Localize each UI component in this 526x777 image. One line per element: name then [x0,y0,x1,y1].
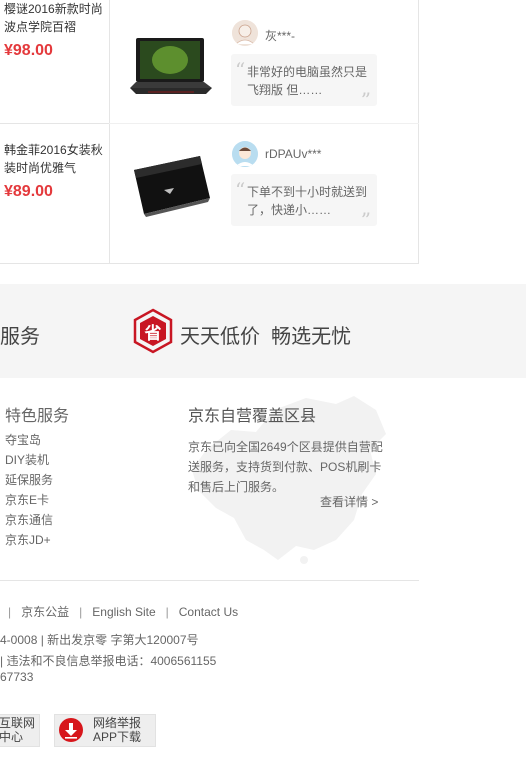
service-link[interactable]: 京东JD+ [5,531,51,548]
review-username: rDPAUv*** [265,147,322,161]
footer-divider [0,580,419,581]
footer-record-line: 67733 [0,670,34,684]
promise-left-text: 服务 [0,326,40,348]
coverage-more-link[interactable]: 查看详情 > [320,493,378,510]
save-badge-icon: 省 [132,308,174,354]
badge-line: 网络举报 [93,716,142,730]
review-username: 灰***- [265,29,296,43]
footer-links: | 京东公益 | English Site | Contact Us [0,603,238,620]
quote-close-icon: ” [360,208,371,232]
badge-line: APP下载 [93,730,142,744]
review-bubble[interactable]: “ 非常好的电脑虽然只是飞翔版 但…… ” [231,54,377,112]
service-link[interactable]: 延保服务 [5,471,53,488]
footer-link-charity[interactable]: 京东公益 [21,605,69,619]
special-services-title: 特色服务 [5,408,70,425]
footer-link-contact[interactable]: Contact Us [179,605,238,619]
product-name[interactable]: 韩金菲2016女装秋装时尚优雅气 [4,141,104,177]
badge-line: 互联网 [0,716,36,730]
coverage-title: 京东自营覆盖区县 [188,408,317,425]
footer-license-line: 4-0008 | 新出发京零 字第大120007号 [0,633,199,647]
quote-close-icon: ” [360,88,371,112]
quote-open-icon: “ [235,58,246,82]
separator: | [165,605,169,619]
download-icon [59,718,83,742]
row-divider [0,123,109,124]
quote-open-icon: “ [235,178,246,202]
wallet-icon[interactable] [128,152,214,218]
footer-link-english[interactable]: English Site [92,605,155,619]
badge-line: 中心 [0,730,24,744]
service-link[interactable]: 京东通信 [5,511,53,528]
service-link[interactable]: 京东E卡 [5,491,49,508]
laptop-icon[interactable] [128,36,214,98]
service-link[interactable]: DIY装机 [5,451,49,468]
review-bubble[interactable]: “ 下单不到十小时就送到了，快递小…… ” [231,174,377,232]
service-link[interactable]: 夺宝岛 [5,431,41,448]
avatar [232,141,258,167]
save-badge-char: 省 [144,324,162,343]
row-divider-right [109,123,419,124]
promise-slogan: 天天低价 畅选无忧 [180,326,352,348]
internet-center-badge[interactable]: 互联网 中心 [0,714,40,747]
avatar [232,20,258,46]
separator: | [8,605,12,619]
product-price: ¥89.00 [4,183,53,200]
review-text: 下单不到十小时就送到了，快递小…… [247,185,368,217]
review-text: 非常好的电脑虽然只是飞翔版 但…… [247,65,368,97]
coverage-description: 京东已向全国2649个区县提供自营配送服务，支持货到付款、POS机刷卡和售后上门… [188,440,383,494]
product-price: ¥98.00 [4,42,53,59]
footer-report-line: | 违法和不良信息举报电话：4006561155 [0,654,217,668]
report-app-badge[interactable]: 网络举报 APP下载 [54,714,156,747]
card-right-border [418,0,419,263]
separator: | [79,605,83,619]
product-name[interactable]: 樱谜2016新款时尚波点学院百褶 [4,0,104,36]
left-column-divider [109,0,110,263]
card-bottom-border [0,263,419,264]
promise-band: 服务 省 天天低价 畅选无忧 [0,284,526,378]
